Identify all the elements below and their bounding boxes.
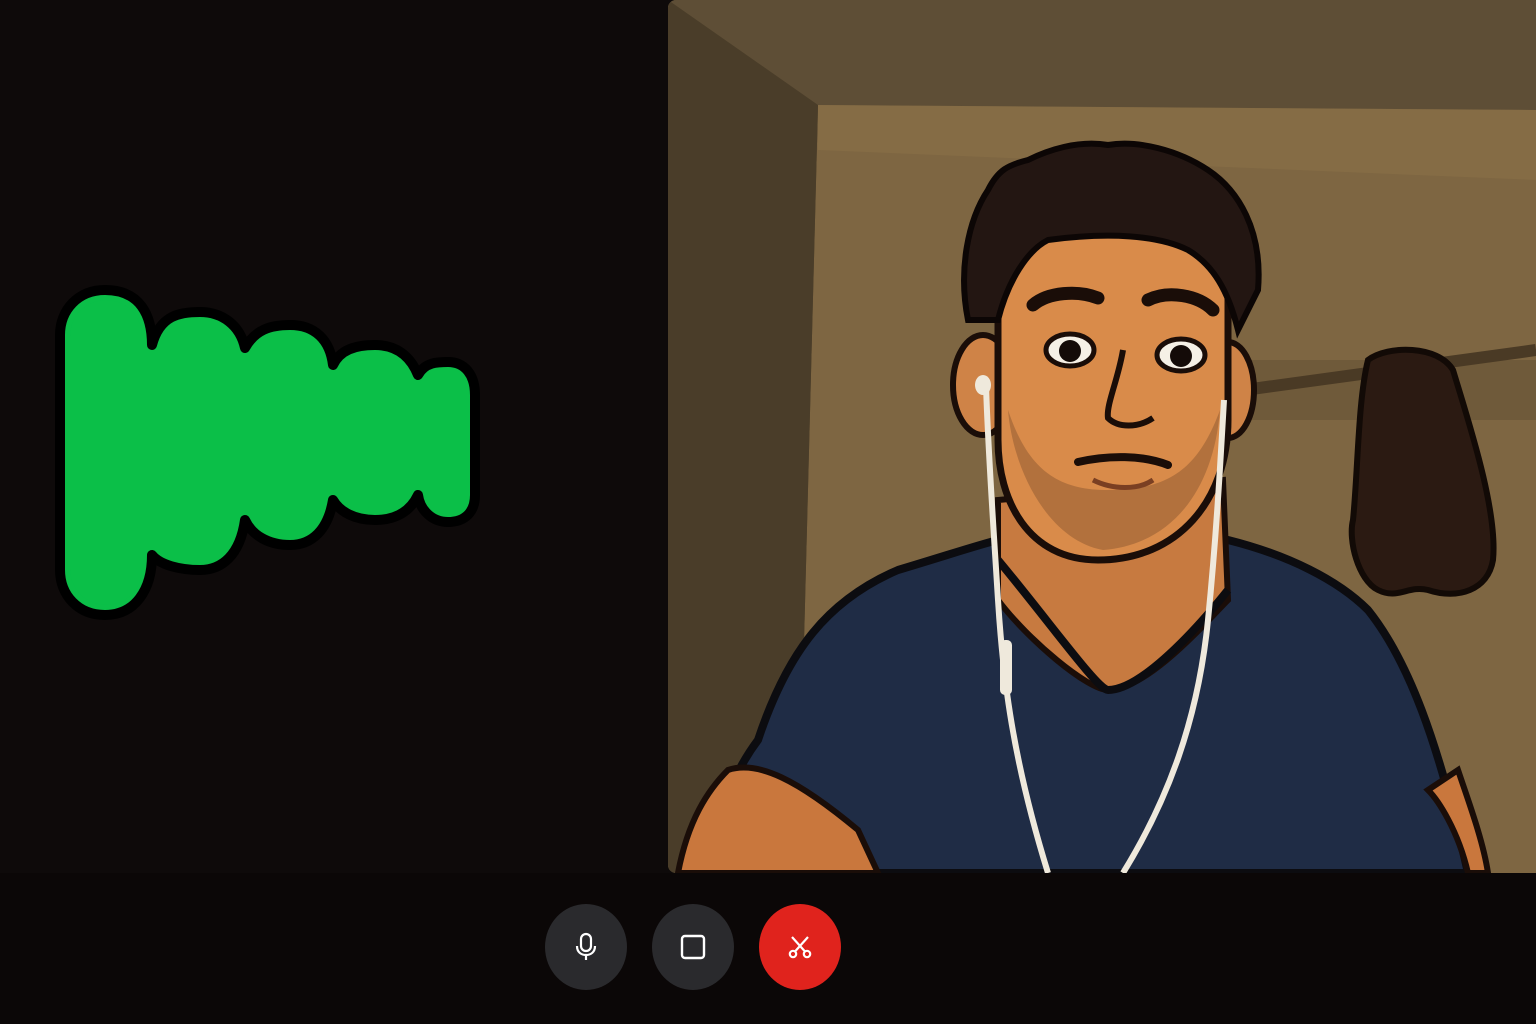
stop-square-icon [680, 934, 706, 960]
participant-video [668, 0, 1536, 873]
mute-button[interactable] [545, 904, 627, 990]
end-call-button[interactable] [759, 904, 841, 990]
video-call-window [0, 0, 1536, 1024]
self-tile [0, 0, 668, 873]
microphone-icon [575, 932, 597, 960]
stop-video-button[interactable] [652, 904, 734, 990]
audio-waveform-icon [55, 285, 480, 620]
participant-video-tile [668, 0, 1536, 873]
scissors-icon [788, 936, 812, 959]
call-stage [0, 0, 1536, 873]
